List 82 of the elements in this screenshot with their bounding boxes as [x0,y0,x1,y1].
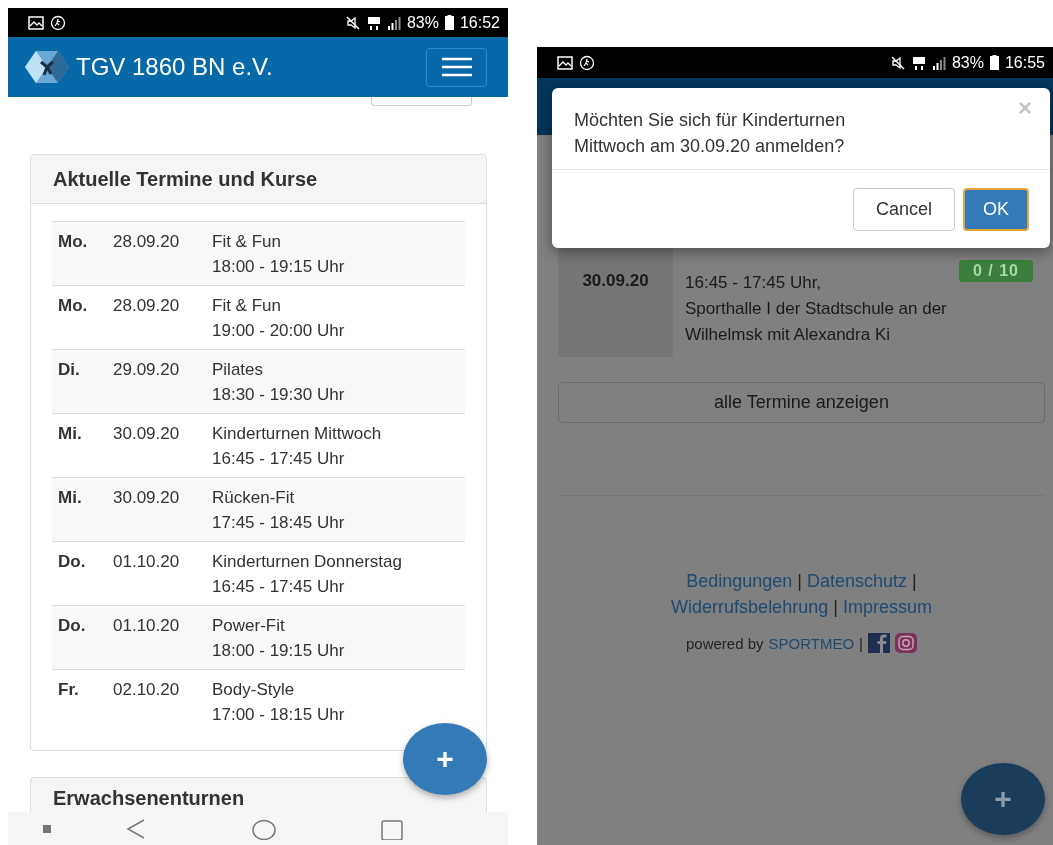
battery-icon [444,15,454,30]
event-detail: Wilhelmsk mit Alexandra Ki [685,324,891,346]
logo-icon [24,50,70,84]
brand-link[interactable]: SPORTMEO [768,634,855,652]
course-name: Body-Style [212,679,296,701]
course-time: 18:30 - 19:30 Uhr [212,384,346,406]
course-name: Kinderturnen Mittwoch [212,423,383,445]
battery-percent: 83% [951,53,984,72]
schedule-row[interactable]: Mo. 28.09.20 Fit & Fun 18:00 - 19:15 Uhr [52,221,465,285]
day-label: Di. [58,359,81,381]
date-text: 01.10.20 [113,615,181,637]
date-text: 01.10.20 [113,551,181,573]
mute-icon [344,14,361,31]
ok-button[interactable]: OK [963,187,1029,231]
card-title: Aktuelle Termine und Kurse [53,167,318,191]
event-date: 30.09.20 [582,271,649,291]
gallery-icon [557,55,573,70]
course-name: Pilates [212,359,265,381]
recent-apps-icon[interactable] [381,817,403,840]
footer-link[interactable]: Widerrufsbelehrung [671,597,829,617]
menu-button[interactable] [426,47,487,87]
footer-link[interactable]: Impressum [842,597,932,617]
data-icon [366,14,381,31]
event-detail: Sporthalle I der Stadtschule an der [685,298,948,320]
capacity-badge: 0 / 10 [958,260,1033,282]
day-label: Do. [58,615,87,637]
footer-link[interactable]: Bedingungen [686,571,793,591]
card-title: Erwachsenenturnen [53,787,245,809]
day-label: Do. [58,551,87,573]
back-icon[interactable] [126,817,146,840]
day-label: Mi. [58,423,83,445]
course-name: Kinderturnen Donnerstag [212,551,403,573]
course-name: Rücken-Fit [212,487,296,509]
menu-icon [440,57,473,77]
course-time: 18:00 - 19:15 Uhr [212,256,346,278]
course-name: Power-Fit [212,615,286,637]
separator: | [912,571,917,591]
day-label: Mo. [58,231,89,253]
course-time: 16:45 - 17:45 Uhr [212,576,346,598]
date-text: 28.09.20 [113,295,181,317]
dialog-message: Möchten Sie sich für Kinderturnen Mittwoch am 30.09.20 anmelden? [574,109,847,158]
clock-time: 16:52 [459,13,500,32]
separator: | [833,597,838,617]
course-time: 16:45 - 17:45 Uhr [212,448,346,470]
course-time: 19:00 - 20:00 Uhr [212,320,346,342]
course-name: Fit & Fun [212,231,282,253]
signal-icon [386,15,401,30]
battery-icon [989,55,999,70]
day-label: Fr. [58,679,80,701]
date-text: 28.09.20 [113,231,181,253]
schedule-row[interactable]: Do. 01.10.20 Power-Fit 18:00 - 19:15 Uhr [52,605,465,669]
footer-link[interactable]: Datenschutz [807,571,908,591]
date-text: 29.09.20 [113,359,181,381]
instagram-icon[interactable] [895,633,917,653]
mute-icon [889,54,906,71]
battery-percent: 83% [406,13,439,32]
course-time: 18:00 - 19:15 Uhr [212,640,346,662]
day-label: Mo. [58,295,89,317]
date-text: 30.09.20 [113,487,181,509]
data-icon [911,54,926,71]
all-dates-button[interactable]: alle Termine anzeigen [558,382,1045,423]
separator: | [859,634,863,652]
cancel-button[interactable]: Cancel [852,187,955,231]
running-person-icon [579,54,595,71]
signal-icon [931,55,946,70]
running-person-icon [50,14,66,31]
course-name: Fit & Fun [212,295,282,317]
clock-time: 16:55 [1004,53,1045,72]
facebook-icon[interactable] [868,633,890,653]
gallery-icon [28,15,44,30]
date-text: 30.09.20 [113,423,181,445]
schedule-row[interactable]: Di. 29.09.20 Pilates 18:30 - 19:30 Uhr [52,349,465,413]
day-label: Mi. [58,487,83,509]
home-icon[interactable] [252,817,276,840]
schedule-row[interactable]: Mi. 30.09.20 Rücken-Fit 17:45 - 18:45 Uhr [52,477,465,541]
site-title: TGV 1860 BN e.V. [76,53,273,81]
add-button[interactable]: + [961,763,1045,835]
powered-by-text: powered by [685,634,764,652]
course-time: 17:45 - 18:45 Uhr [212,512,346,534]
separator: | [797,571,802,591]
course-time: 17:00 - 18:15 Uhr [212,704,346,726]
date-text: 02.10.20 [113,679,181,701]
